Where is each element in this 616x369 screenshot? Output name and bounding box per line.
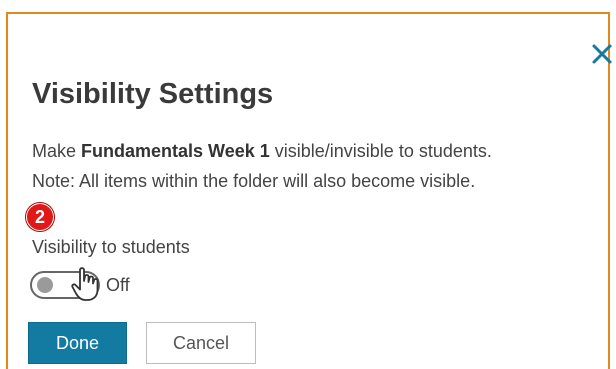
dialog-description: Make Fundamentals Week 1 visible/invisib… <box>32 136 492 196</box>
description-suffix: visible/invisible to students. <box>269 141 492 161</box>
close-icon[interactable] <box>588 40 616 68</box>
toggle-state-label: Off <box>106 275 130 295</box>
visibility-settings-dialog: Visibility Settings Make Fundamentals We… <box>6 12 612 369</box>
description-prefix: Make <box>32 141 82 161</box>
description-line: Make Fundamentals Week 1 visible/invisib… <box>32 136 492 166</box>
description-note: Note: All items within the folder will a… <box>32 171 476 191</box>
done-button[interactable]: Done <box>28 322 127 364</box>
visibility-label: Visibility to students <box>32 237 190 257</box>
step-badge: 2 <box>26 203 54 231</box>
toggle-knob <box>37 277 53 293</box>
folder-name: Fundamentals Week 1 <box>81 141 270 161</box>
cancel-button[interactable]: Cancel <box>146 322 256 364</box>
hand-pointer-icon <box>71 267 99 301</box>
dialog-title: Visibility Settings <box>32 78 274 110</box>
